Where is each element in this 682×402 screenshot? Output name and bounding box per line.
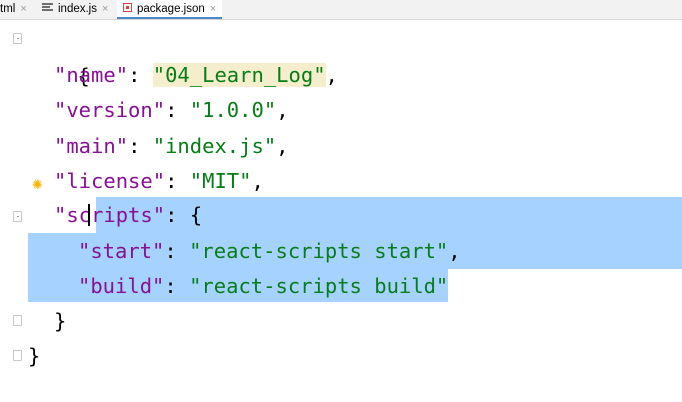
colon: : bbox=[165, 169, 190, 193]
close-icon[interactable]: × bbox=[210, 3, 216, 15]
colon: : bbox=[164, 239, 190, 263]
code-line: "license": "MIT", bbox=[54, 163, 264, 199]
json-key: ripts" bbox=[91, 203, 166, 227]
tab-package-json[interactable]: package.json × bbox=[117, 0, 223, 19]
brace: } bbox=[54, 309, 67, 333]
json-string: "1.0.0" bbox=[189, 98, 277, 122]
close-icon[interactable]: × bbox=[20, 3, 26, 15]
code-line: } bbox=[54, 303, 66, 339]
fold-marker-icon[interactable] bbox=[13, 33, 22, 44]
code-line: "scripts": { bbox=[54, 197, 202, 233]
tab-label: index.js bbox=[58, 3, 97, 15]
json-key: "main" bbox=[54, 134, 129, 158]
code-line: "start": "react-scripts start", bbox=[78, 233, 461, 269]
json-key: "version" bbox=[54, 98, 166, 122]
code-line: "version": "1.0.0", bbox=[54, 92, 289, 128]
json-key: "build" bbox=[78, 274, 165, 298]
json-key: "license" bbox=[54, 169, 166, 193]
comma: , bbox=[448, 239, 461, 263]
text-caret bbox=[88, 204, 90, 226]
comma: , bbox=[325, 63, 338, 87]
json-string: "MIT" bbox=[189, 169, 252, 193]
colon: : bbox=[128, 63, 153, 87]
json-string: "react-scripts build" bbox=[189, 274, 449, 298]
colon: : bbox=[128, 134, 153, 158]
lightbulb-icon[interactable]: ✺ bbox=[32, 178, 43, 193]
json-key: "sc bbox=[54, 203, 92, 227]
tab-label: tml bbox=[0, 3, 16, 15]
json-string: "react-scripts start" bbox=[189, 239, 449, 263]
tab-html[interactable]: tml × bbox=[0, 0, 27, 19]
colon: : bbox=[165, 98, 190, 122]
fold-marker-icon[interactable] bbox=[13, 211, 22, 222]
code-line: "main": "index.js", bbox=[54, 128, 289, 164]
json-key: "name" bbox=[54, 63, 129, 87]
code-line: "build": "react-scripts build" bbox=[78, 268, 448, 304]
fold-marker-icon[interactable] bbox=[13, 315, 22, 326]
json-file-icon bbox=[123, 3, 132, 13]
fold-marker-icon[interactable] bbox=[13, 350, 22, 361]
json-key: "start" bbox=[78, 239, 165, 263]
editor-tab-bar: tml × index.js × package.json × bbox=[0, 0, 682, 20]
brace: } bbox=[28, 344, 41, 368]
code-line: "name": "04_Learn_Log", bbox=[54, 57, 338, 93]
tab-label: package.json bbox=[137, 3, 205, 15]
brace: : { bbox=[165, 203, 203, 227]
code-editor[interactable]: ✺ { "name": "04_Learn_Log", "version": "… bbox=[0, 20, 682, 402]
tab-index-js[interactable]: index.js × bbox=[42, 0, 108, 19]
colon: : bbox=[164, 274, 190, 298]
comma: , bbox=[276, 98, 289, 122]
comma: , bbox=[251, 169, 264, 193]
json-string: "04_Learn_Log" bbox=[152, 63, 326, 87]
close-icon[interactable]: × bbox=[102, 3, 108, 15]
code-line: } bbox=[28, 338, 40, 374]
code-line: { bbox=[28, 22, 89, 88]
json-string: "index.js" bbox=[152, 134, 277, 158]
comma: , bbox=[276, 134, 289, 158]
file-text-icon bbox=[42, 3, 53, 12]
